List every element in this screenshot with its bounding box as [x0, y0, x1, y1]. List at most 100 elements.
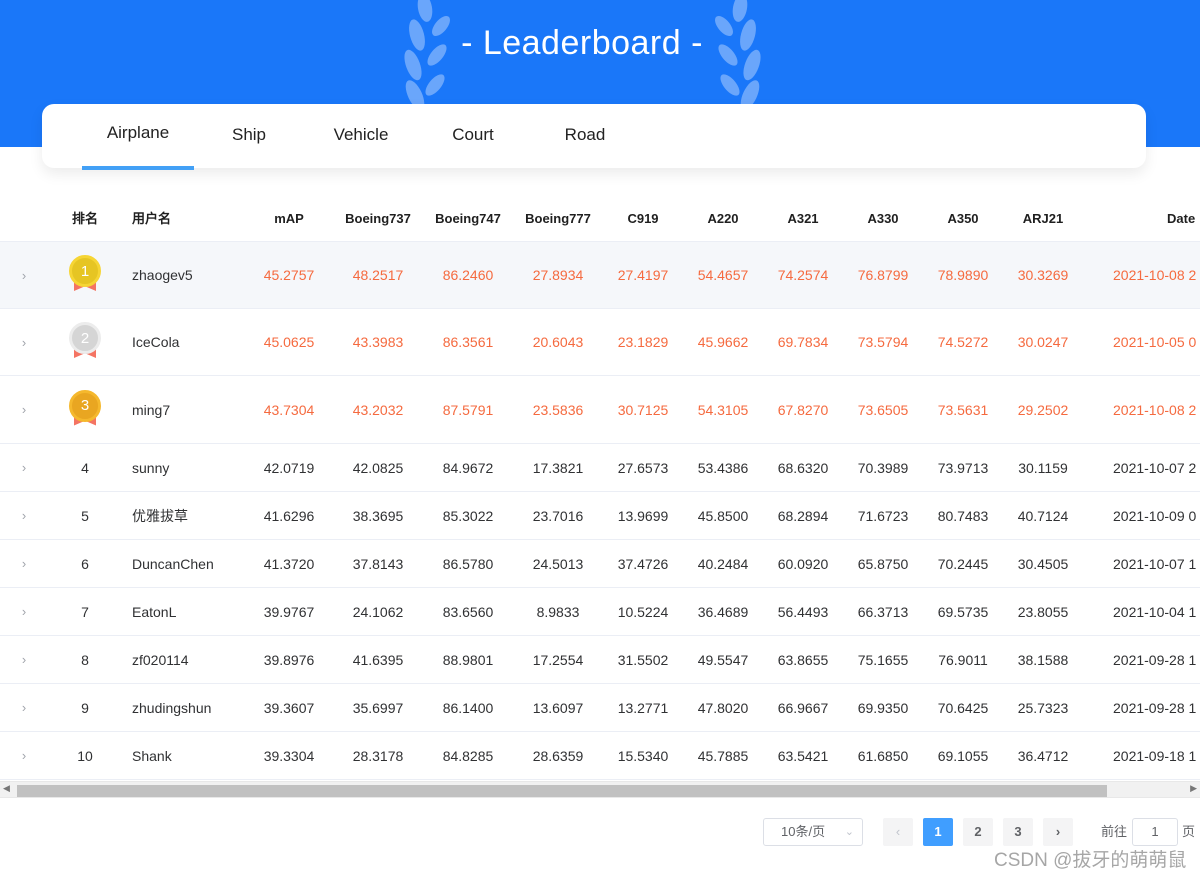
- expand-row-icon[interactable]: ›: [14, 636, 34, 683]
- score-cell: 41.6395: [352, 651, 404, 668]
- table-row[interactable]: › 7 EatonL 39.9767 24.1062 83.6560 8.9833 10.52…: [0, 588, 1200, 636]
- score-cell: 31.5502: [617, 651, 669, 668]
- score-cell: 66.3713: [857, 603, 909, 620]
- expand-row-icon[interactable]: ›: [14, 492, 34, 539]
- score-cell: 74.5272: [937, 334, 989, 350]
- score-cell: 73.9713: [937, 459, 989, 476]
- table-row[interactable]: › 10 Shank 39.3304 28.3178 84.8285 28.6359 15.5…: [0, 732, 1200, 780]
- column-header: A350: [947, 211, 979, 226]
- expand-row-icon[interactable]: ›: [14, 684, 34, 731]
- score-cell: 85.3022: [442, 507, 494, 524]
- score-cell: 53.4386: [697, 459, 749, 476]
- rank-cell: 10: [77, 747, 93, 764]
- scroll-right-icon[interactable]: ▶: [1190, 783, 1197, 794]
- username-cell: EatonL: [132, 603, 177, 620]
- score-cell: 29.2502: [1017, 401, 1069, 418]
- score-cell: 23.5836: [532, 401, 584, 418]
- score-cell: 41.6296: [263, 507, 315, 524]
- score-cell: 73.5631: [937, 401, 989, 418]
- score-cell: 13.2771: [617, 699, 669, 716]
- score-cell: 47.8020: [697, 699, 749, 716]
- score-cell: 84.8285: [442, 747, 494, 764]
- score-cell: 74.2574: [777, 267, 829, 283]
- goto-page-input[interactable]: 1: [1132, 818, 1178, 846]
- score-cell: 70.2445: [937, 555, 989, 572]
- date-cell: 2021-10-04 1: [1113, 603, 1197, 620]
- rank-medal: 3: [60, 376, 110, 443]
- page-size-select[interactable]: 10条/页 ⌄: [763, 818, 863, 846]
- scrollbar-thumb[interactable]: [17, 785, 1107, 797]
- score-cell: 39.3304: [263, 747, 315, 764]
- table-row[interactable]: › 1 zhaogev5 45.2757 48.2517 86.2460 27.8934 27…: [0, 242, 1200, 309]
- prev-page-button[interactable]: ‹: [883, 818, 913, 846]
- next-page-button[interactable]: ›: [1043, 818, 1073, 846]
- score-cell: 70.6425: [937, 699, 989, 716]
- page-2-button[interactable]: 2: [963, 818, 993, 846]
- score-cell: 70.3989: [857, 459, 909, 476]
- score-cell: 86.2460: [442, 267, 494, 283]
- tab-label: Road: [564, 125, 606, 144]
- table-row[interactable]: › 6 DuncanChen 41.3720 37.8143 86.5780 24.5013…: [0, 540, 1200, 588]
- table-row[interactable]: › 2 IceCola 45.0625 43.3983 86.3561 20.6043 23.…: [0, 309, 1200, 376]
- score-cell: 67.8270: [777, 401, 829, 418]
- tab-ship[interactable]: Ship: [193, 104, 305, 168]
- table-row[interactable]: › 4 sunny 42.0719 42.0825 84.9672 17.3821 27.65…: [0, 444, 1200, 492]
- chevron-down-icon: ⌄: [844, 826, 854, 838]
- score-cell: 15.5340: [617, 747, 669, 764]
- score-cell: 27.6573: [617, 459, 669, 476]
- score-cell: 28.6359: [532, 747, 584, 764]
- username-cell: zhudingshun: [132, 699, 212, 716]
- column-header: 排名: [71, 211, 98, 226]
- scroll-left-icon[interactable]: ◀: [3, 783, 10, 794]
- score-cell: 8.9833: [536, 603, 580, 620]
- score-cell: 86.1400: [442, 699, 494, 716]
- score-cell: 86.5780: [442, 555, 494, 572]
- score-cell: 61.6850: [857, 747, 909, 764]
- expand-row-icon[interactable]: ›: [14, 376, 34, 443]
- expand-row-icon[interactable]: ›: [14, 588, 34, 635]
- tab-label: Airplane: [106, 123, 170, 142]
- page-1-button[interactable]: 1: [923, 818, 953, 846]
- score-cell: 49.5547: [697, 651, 749, 668]
- expand-row-icon[interactable]: ›: [14, 732, 34, 779]
- page-3-button[interactable]: 3: [1003, 818, 1033, 846]
- score-cell: 24.1062: [352, 603, 404, 620]
- score-cell: 30.0247: [1017, 334, 1069, 350]
- score-cell: 63.5421: [777, 747, 829, 764]
- score-cell: 83.6560: [442, 603, 494, 620]
- score-cell: 39.3607: [263, 699, 315, 716]
- rank-cell: 5: [81, 507, 89, 524]
- table-row[interactable]: › 9 zhudingshun 39.3607 35.6997 86.1400 13.609…: [0, 684, 1200, 732]
- watermark: CSDN @拔牙的萌萌鼠: [994, 850, 1187, 871]
- tab-road[interactable]: Road: [529, 104, 641, 168]
- tab-court[interactable]: Court: [417, 104, 529, 168]
- expand-row-icon[interactable]: ›: [14, 309, 34, 375]
- score-cell: 84.9672: [442, 459, 494, 476]
- column-header: A330: [867, 211, 899, 226]
- score-cell: 35.6997: [352, 699, 404, 716]
- tab-vehicle[interactable]: Vehicle: [305, 104, 417, 168]
- score-cell: 23.8055: [1017, 603, 1069, 620]
- date-cell: 2021-09-28 1: [1113, 651, 1197, 668]
- expand-row-icon[interactable]: ›: [14, 444, 34, 491]
- page-title: - Leaderboard -: [461, 24, 703, 62]
- expand-row-icon[interactable]: ›: [14, 242, 34, 308]
- score-cell: 30.7125: [617, 401, 669, 418]
- horizontal-scrollbar[interactable]: ◀ ▶: [0, 781, 1200, 798]
- score-cell: 41.3720: [263, 555, 315, 572]
- score-cell: 78.9890: [937, 267, 989, 283]
- score-cell: 43.3983: [352, 334, 404, 350]
- rank-medal: 2: [60, 309, 110, 375]
- date-cell: 2021-10-08 2: [1113, 401, 1197, 418]
- expand-row-icon[interactable]: ›: [14, 540, 34, 587]
- table-row[interactable]: › 3 ming7 43.7304 43.2032 87.5791 23.5836 30.71…: [0, 376, 1200, 444]
- date-cell: 2021-09-28 1: [1113, 699, 1197, 716]
- score-cell: 27.4197: [617, 267, 669, 283]
- bronze-medal-icon: 3: [68, 389, 102, 430]
- table-row[interactable]: › 8 zf020114 39.8976 41.6395 88.9801 17.2554 31…: [0, 636, 1200, 684]
- score-cell: 88.9801: [442, 651, 494, 668]
- tab-label: Ship: [231, 125, 267, 144]
- tab-airplane[interactable]: Airplane: [82, 104, 194, 168]
- score-cell: 23.1829: [617, 334, 669, 350]
- table-row[interactable]: › 5 优雅拔草 41.6296 38.3695 85.3022 23.7016 13.969…: [0, 492, 1200, 540]
